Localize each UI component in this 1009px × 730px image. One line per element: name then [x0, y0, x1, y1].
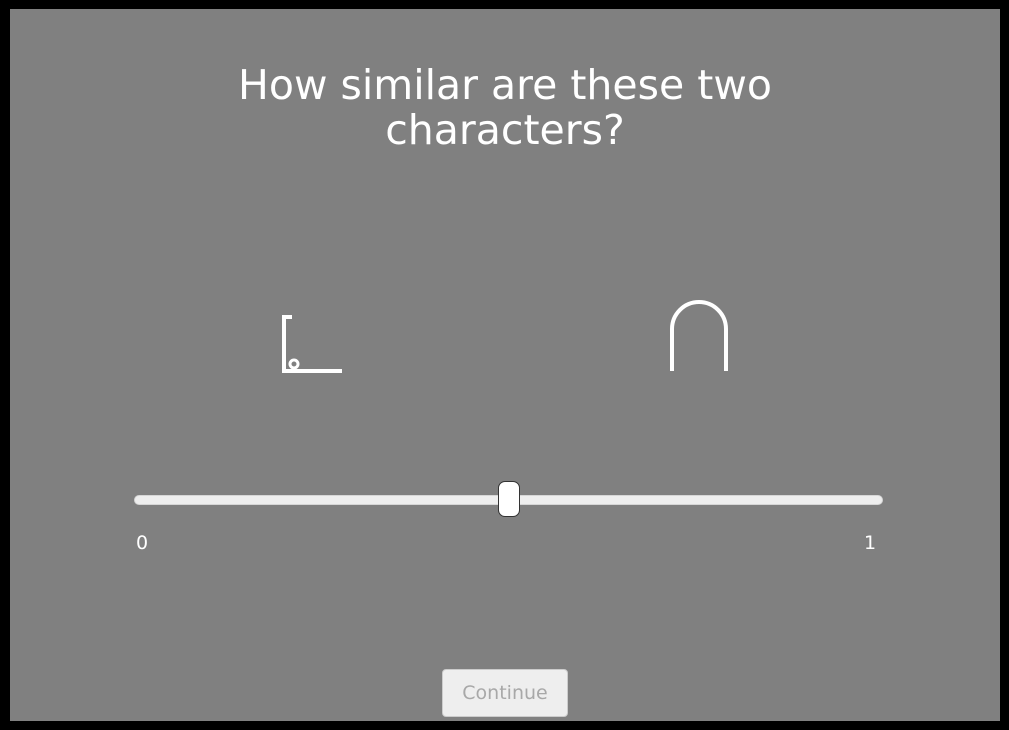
- experiment-panel: How similar are these two characters? 0 …: [10, 9, 1000, 721]
- left-character-glyph: [282, 315, 342, 373]
- similarity-slider-thumb[interactable]: [497, 481, 520, 517]
- question-line-2: characters?: [385, 106, 625, 154]
- right-character-glyph: [670, 300, 728, 371]
- slider-min-label: 0: [136, 532, 149, 554]
- question-prompt: How similar are these two characters?: [10, 63, 1000, 153]
- continue-button[interactable]: Continue: [442, 669, 568, 717]
- slider-max-label: 1: [864, 532, 877, 554]
- question-line-1: How similar are these two: [238, 61, 772, 109]
